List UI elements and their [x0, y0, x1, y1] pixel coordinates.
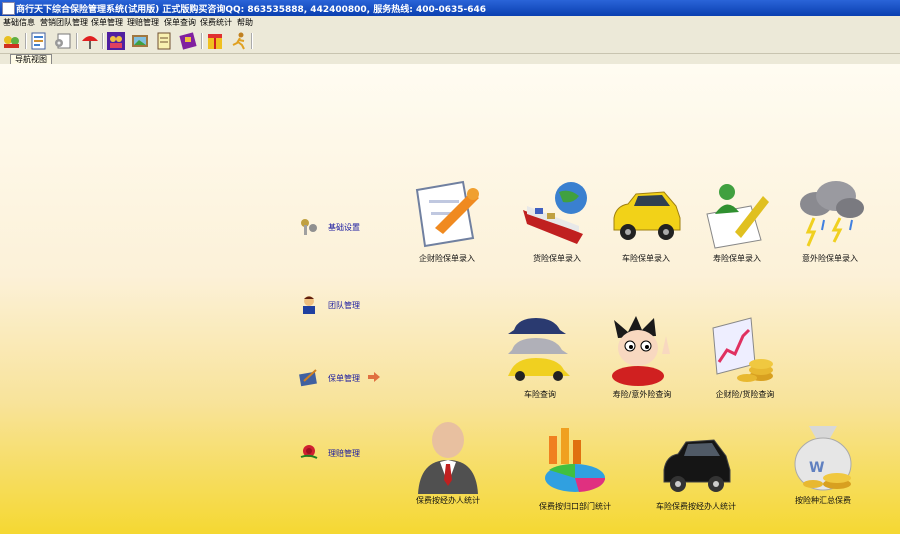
tile-label: 企财险/货险查询: [715, 390, 775, 399]
tile-property-policy-entry[interactable]: 企财险保单录入: [387, 178, 507, 270]
family-icon[interactable]: [106, 31, 126, 51]
toolbar-separator: [76, 33, 78, 49]
tile-premium-by-department[interactable]: 保费按归口部门统计: [515, 426, 635, 518]
tile-property-cargo-query[interactable]: 企财险/货险查询: [685, 314, 805, 406]
tile-auto-premium-by-agent[interactable]: 车险保费按经办人统计: [636, 426, 756, 518]
storm-cloud-icon: [800, 181, 864, 247]
toolbar-separator: [25, 33, 27, 49]
document-pen-icon: [415, 180, 479, 248]
tile-label: 按险种汇总保费: [795, 496, 851, 505]
tile-label: 企财险保单录入: [419, 254, 475, 263]
notepad-icon[interactable]: [154, 31, 174, 51]
toolbar-separator: [251, 33, 253, 49]
person-writing-icon: [706, 184, 769, 249]
runner-icon[interactable]: [229, 31, 249, 51]
person-icon: [303, 296, 315, 314]
menu-bar: 基础信息 营销团队管理 保单管理 理赔管理 保单查询 保费统计 帮助: [0, 16, 900, 29]
document-icon[interactable]: [29, 31, 49, 51]
chart-coins-icon: [712, 317, 773, 382]
tile-accident-policy-entry[interactable]: 意外险保单录入: [770, 178, 890, 270]
settings-icon[interactable]: [52, 31, 72, 51]
tile-label: 车险保费按经办人统计: [656, 502, 736, 511]
tab-strip: 导航视图: [0, 54, 900, 65]
tile-life-accident-query[interactable]: 寿险/意外险查询: [582, 314, 702, 406]
menu-team-management[interactable]: 营销团队管理: [40, 17, 88, 28]
ship-globe-icon: [523, 182, 587, 244]
tile-label: 意外险保单录入: [802, 254, 858, 263]
car-icon: [613, 191, 681, 240]
arrow-right-icon: [368, 372, 380, 382]
menu-policy-management[interactable]: 保单管理: [91, 17, 123, 28]
svg-text:W: W: [809, 460, 824, 476]
toolbar-separator: [201, 33, 203, 49]
navigation-panel: 基础设置 团队管理 保单管理 理赔管理 企财险保单录入 货险保单录入 车险保单录…: [0, 64, 900, 534]
nav-label: 保单管理: [328, 374, 360, 383]
nav-label: 理赔管理: [328, 449, 360, 458]
rose-icon: [300, 445, 318, 459]
pie-chart-icon: [545, 428, 606, 492]
window-title: 商行天下综合保险管理系统(试用版) 正式版购买咨询QQ: 863535888, …: [16, 5, 487, 15]
picture-icon[interactable]: [130, 31, 150, 51]
notebook-pen-icon: [299, 369, 317, 387]
toolbar-separator: [102, 33, 104, 49]
money-bag-icon: W: [794, 426, 852, 491]
toolbar: [0, 29, 900, 54]
gift-icon[interactable]: [205, 31, 225, 51]
app-icon: [2, 2, 15, 15]
tile-premium-by-insurance-type[interactable]: W 按险种汇总保费: [763, 420, 883, 512]
umbrella-icon[interactable]: [80, 31, 100, 51]
book-icon[interactable]: [178, 31, 198, 51]
cars-icon: [508, 318, 570, 381]
menu-basic-info[interactable]: 基础信息: [3, 17, 35, 28]
nav-label: 团队管理: [328, 301, 360, 310]
cartoon-boy-icon: [612, 316, 670, 386]
menu-help[interactable]: 帮助: [237, 17, 253, 28]
tile-premium-by-agent[interactable]: 保费按经办人统计: [388, 420, 508, 512]
team-icon[interactable]: [2, 31, 22, 51]
menu-claims-management[interactable]: 理赔管理: [127, 17, 159, 28]
black-car-icon: [663, 439, 731, 492]
nav-label: 基础设置: [328, 223, 360, 232]
menu-policy-query[interactable]: 保单查询: [164, 17, 196, 28]
tile-label: 寿险/意外险查询: [612, 390, 672, 399]
title-bar: 商行天下综合保险管理系统(试用版) 正式版购买咨询QQ: 863535888, …: [0, 0, 900, 16]
tile-label: 保费按归口部门统计: [539, 502, 611, 511]
wrench-icon: [301, 219, 317, 235]
menu-premium-stats[interactable]: 保费统计: [200, 17, 232, 28]
tile-label: 保费按经办人统计: [416, 496, 480, 505]
businessman-icon: [418, 422, 478, 494]
